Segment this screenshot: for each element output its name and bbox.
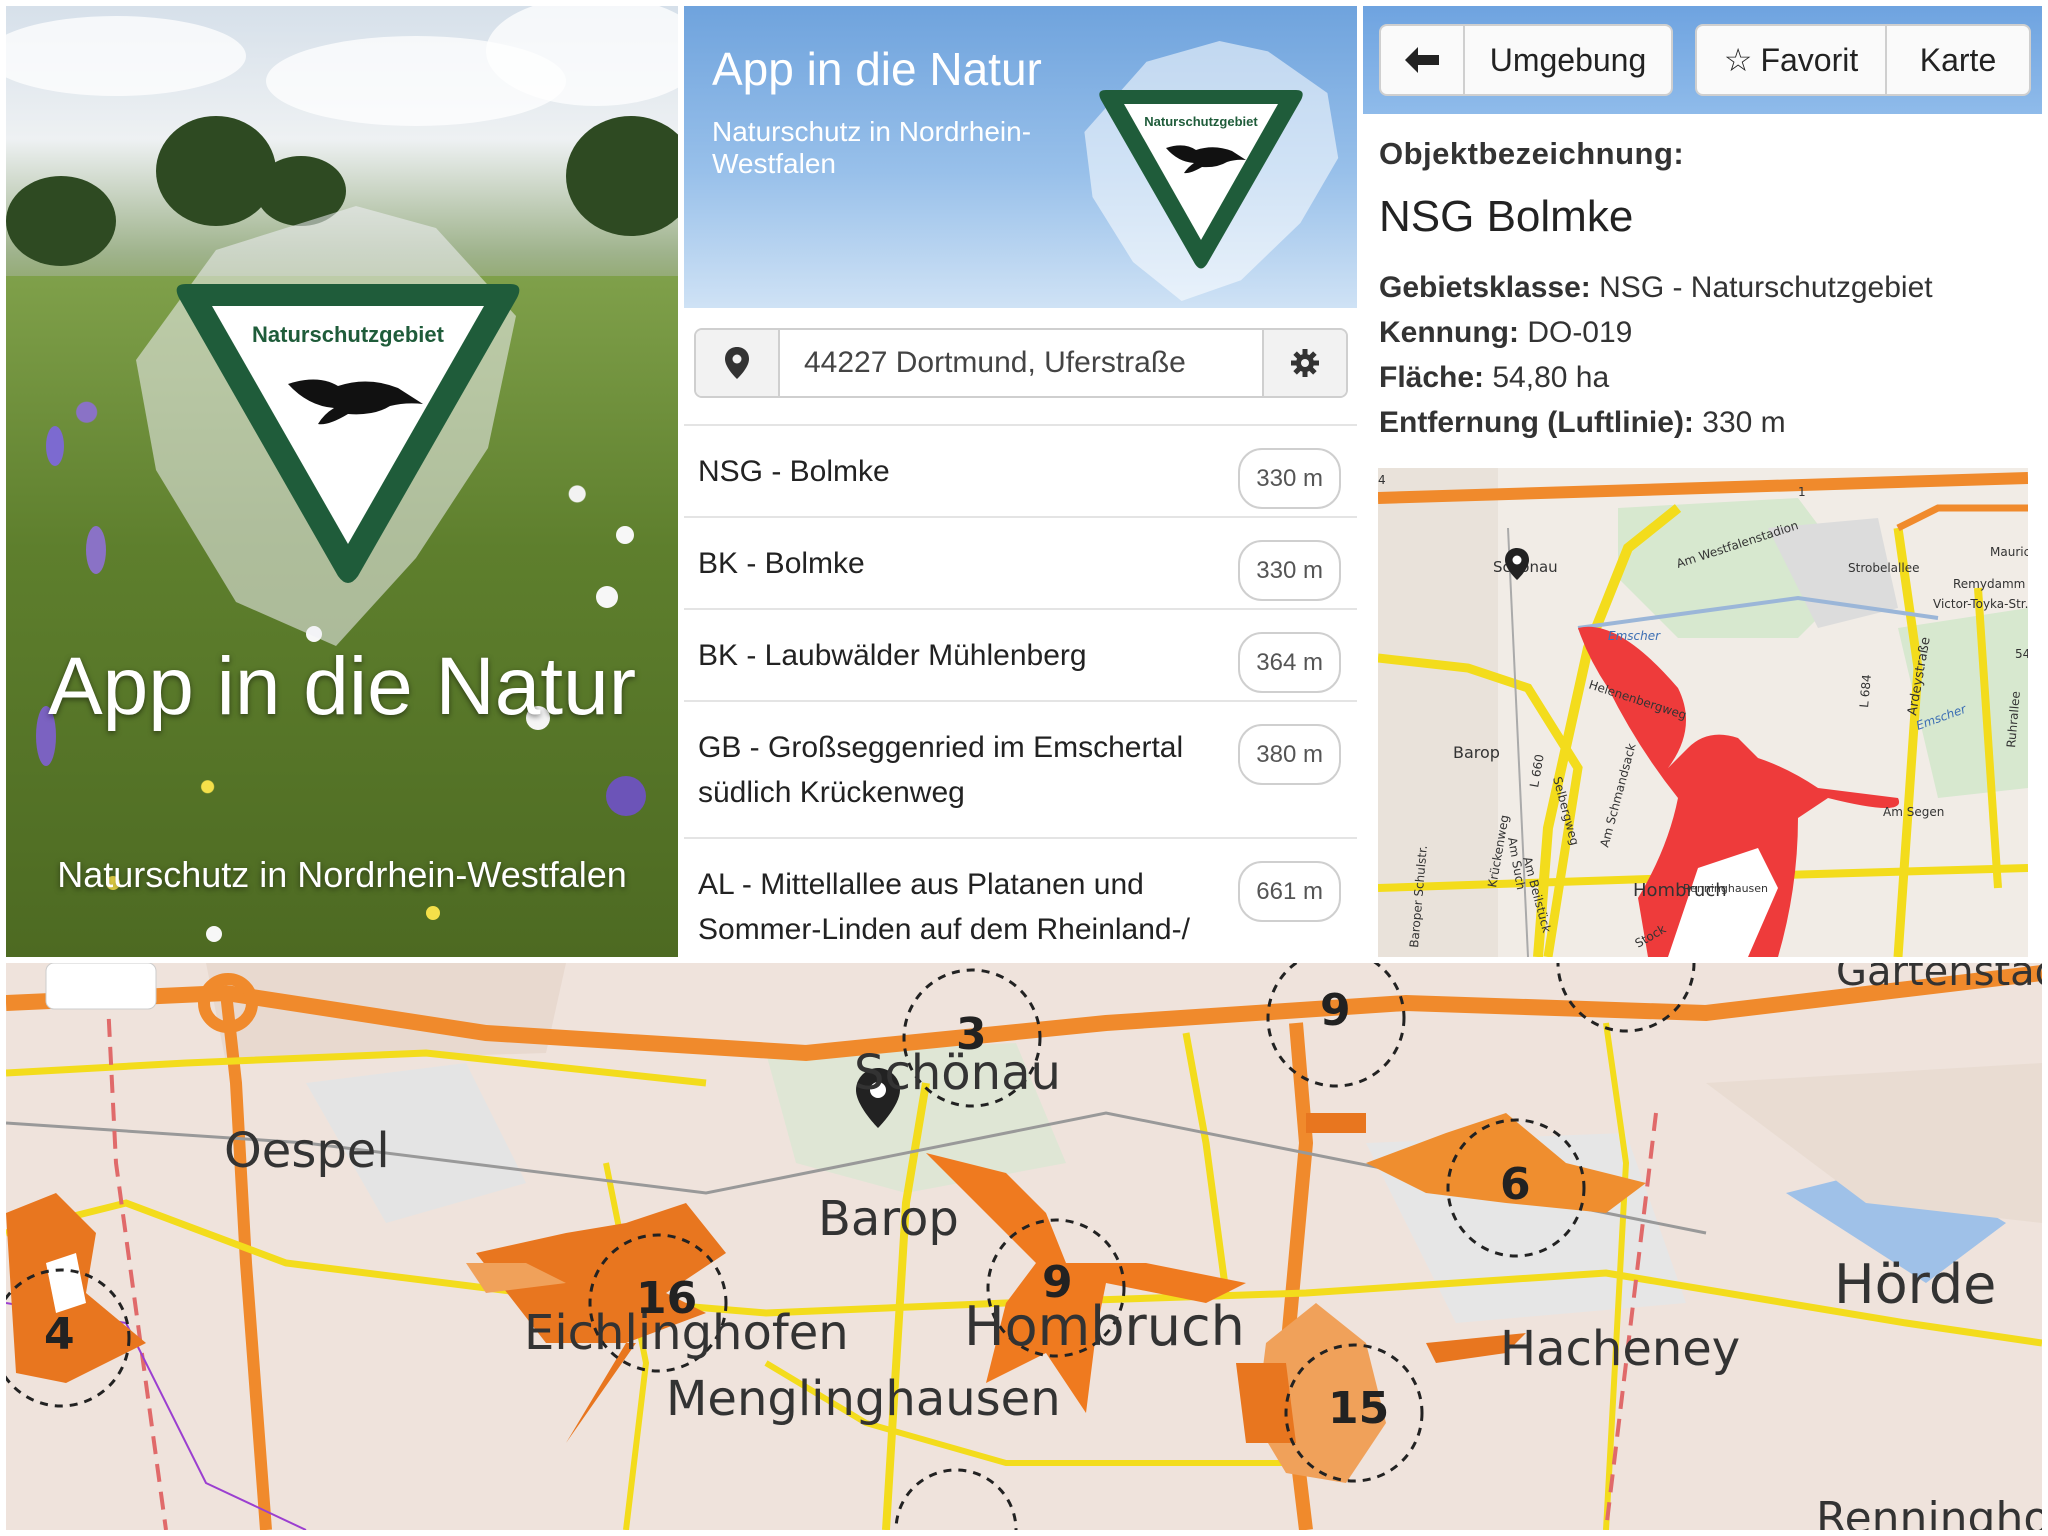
settings-button[interactable]: [1262, 330, 1346, 396]
svg-text:1: 1: [1798, 485, 1806, 499]
map-label-hacheney: Hacheney: [1500, 1321, 1741, 1377]
location-search-bar: [694, 328, 1348, 398]
cluster-count[interactable]: 6: [1500, 1159, 1531, 1210]
cluster-count[interactable]: 9: [1320, 985, 1351, 1036]
location-input[interactable]: [780, 330, 1256, 396]
svg-text:Naturschutzgebiet: Naturschutzgebiet: [252, 322, 445, 347]
karte-button[interactable]: Karte: [1885, 24, 2031, 96]
naturschutzgebiet-sign: Naturschutzgebiet: [1099, 90, 1303, 269]
svg-text:Emscher: Emscher: [1608, 629, 1661, 643]
svg-text:Renninghausen: Renninghausen: [1683, 882, 1768, 895]
list-item-label: BK - Bolmke: [698, 547, 865, 580]
cluster-count[interactable]: 16: [636, 1273, 697, 1324]
umgebung-button[interactable]: Umgebung: [1463, 24, 1673, 96]
detail-map[interactable]: Schönau Barop Hombruch Renninghausen Ems…: [1378, 468, 2028, 957]
detail-toolbar: Umgebung ☆ Favorit Karte: [1363, 6, 2042, 114]
distance-badge: 661 m: [1238, 861, 1341, 922]
arrow-left-icon: [1405, 47, 1439, 73]
distance-badge: 330 m: [1238, 540, 1341, 601]
distance-badge: 330 m: [1238, 448, 1341, 509]
info-kennung: Kennung: DO-019: [1379, 316, 1633, 349]
object-label: Objektbezeichnung:: [1379, 136, 1685, 171]
detail-map-canvas: Schönau Barop Hombruch Renninghausen Ems…: [1378, 468, 2028, 957]
svg-text:Am Segen: Am Segen: [1883, 805, 1944, 819]
cluster-count[interactable]: 4: [44, 1309, 75, 1360]
app-banner: App in die Natur Naturschutz in Nordrhei…: [684, 6, 1357, 308]
map-label-hombruch: Hombruch: [964, 1295, 1245, 1358]
svg-text:Remydamm: Remydamm: [1953, 577, 2025, 591]
list-item-label: GB - Großseggenried im Emschertal südlic…: [698, 731, 1184, 809]
cluster-count[interactable]: 3: [956, 1009, 987, 1060]
location-button[interactable]: [696, 330, 780, 396]
list-item[interactable]: BK - Bolmke 330 m: [684, 516, 1357, 608]
gear-icon: [1291, 349, 1319, 377]
results-list-screen: App in die Natur Naturschutz in Nordrhei…: [684, 6, 1357, 957]
map-label-barop: Barop: [818, 1191, 959, 1247]
app-title: App in die Natur: [47, 641, 636, 732]
distance-badge: 380 m: [1238, 724, 1341, 785]
svg-text:Strobelallee: Strobelallee: [1848, 561, 1919, 575]
object-name: NSG Bolmke: [1379, 192, 1634, 241]
map-label-oespel: Oespel: [224, 1123, 390, 1179]
distance-badge: 364 m: [1238, 632, 1341, 693]
svg-text:L 684: L 684: [1857, 674, 1874, 708]
map-label-menglinghausen: Menglinghausen: [666, 1371, 1061, 1427]
splash-screen: Naturschutzgebiet App in die Natur Natur…: [6, 6, 678, 957]
banner-subtitle: Naturschutz in Nordrhein-Westfalen: [712, 116, 1032, 179]
star-outline-icon: ☆: [1723, 42, 1753, 78]
info-flaeche: Fläche: 54,80 ha: [1379, 361, 1610, 394]
cluster-count[interactable]: 15: [1328, 1383, 1389, 1434]
cluster-count[interactable]: 9: [1042, 1257, 1073, 1308]
list-item-label: NSG - Bolmke: [698, 455, 890, 488]
map-label-gartenstadt: Gartenstadt: [1836, 963, 2042, 995]
list-item[interactable]: BK - Laubwälder Mühlenberg 364 m: [684, 608, 1357, 700]
app-subtitle: Naturschutz in Nordrhein-Westfalen: [57, 854, 627, 895]
list-item[interactable]: AL - Mittellallee aus Platanen und Somme…: [684, 837, 1357, 957]
list-item-label: BK - Laubwälder Mühlenberg: [698, 639, 1087, 672]
map-label-renninghof: Renninghof: [1816, 1493, 2042, 1530]
overview-map[interactable]: Oespel Schönau Barop Hombruch Eichlingho…: [6, 963, 2042, 1530]
list-item-label: AL - Mittellallee aus Platanen und Somme…: [698, 868, 1190, 946]
banner-title: App in die Natur: [712, 43, 1042, 95]
map-label-hoerde: Hörde: [1834, 1253, 1997, 1316]
svg-text:Victor-Toyka-Str.: Victor-Toyka-Str.: [1933, 597, 2028, 611]
favorit-button[interactable]: ☆ Favorit: [1695, 24, 1887, 96]
svg-text:4: 4: [1378, 473, 1386, 487]
map-pin-icon: [725, 347, 749, 379]
svg-text:Maurice: Maurice: [1990, 545, 2028, 559]
info-gebietsklasse: Gebietsklasse: NSG - Naturschutzgebiet: [1379, 271, 1933, 304]
svg-text:Barop: Barop: [1453, 743, 1500, 762]
list-item[interactable]: NSG - Bolmke 330 m: [684, 424, 1357, 516]
naturschutzgebiet-sign: Naturschutzgebiet: [176, 284, 520, 583]
svg-text:Naturschutzgebiet: Naturschutzgebiet: [1144, 114, 1258, 129]
info-entfernung: Entfernung (Luftlinie): 330 m: [1379, 406, 1786, 439]
detail-screen: Umgebung ☆ Favorit Karte Objektbezeichnun…: [1363, 6, 2042, 957]
svg-text:54: 54: [2015, 647, 2028, 661]
results-list: NSG - Bolmke 330 m BK - Bolmke 330 m BK …: [684, 424, 1357, 957]
back-button[interactable]: [1379, 24, 1465, 96]
list-item[interactable]: GB - Großseggenried im Emschertal südlic…: [684, 700, 1357, 837]
